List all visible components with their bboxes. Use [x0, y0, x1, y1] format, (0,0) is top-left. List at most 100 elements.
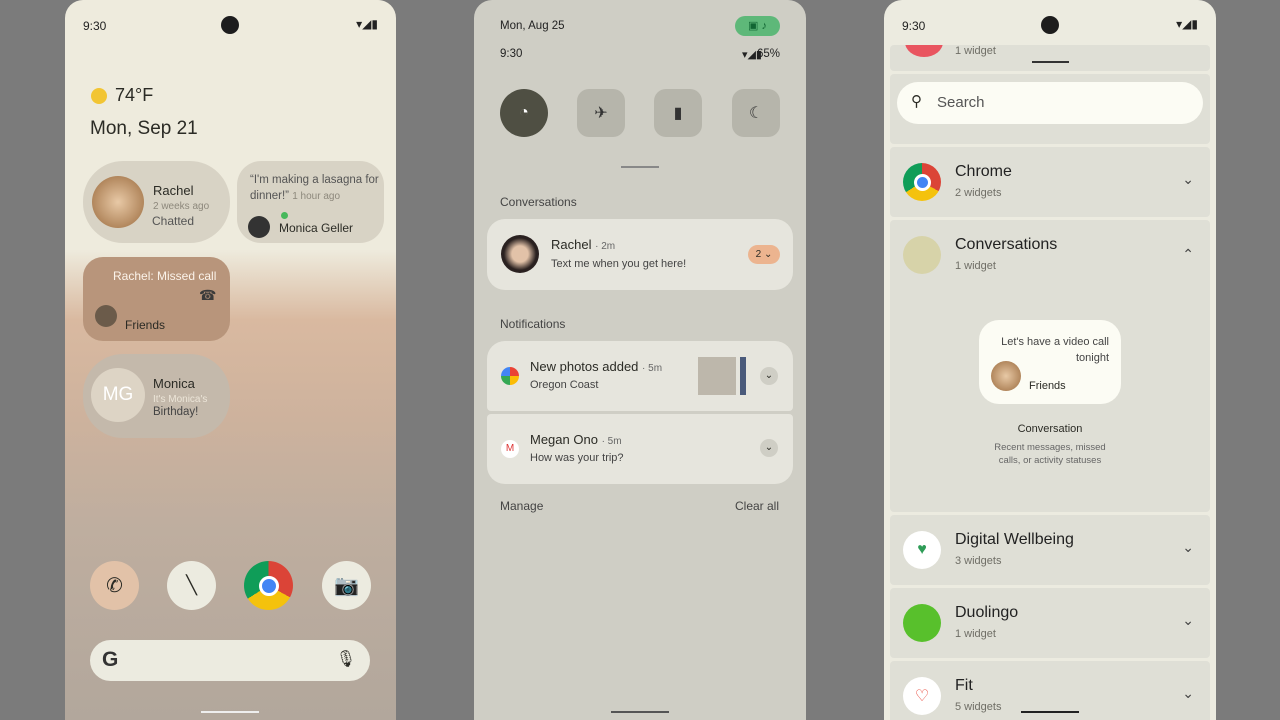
- line2: Birthday!: [153, 406, 199, 418]
- app-name: Conversations: [955, 236, 1058, 253]
- app-row-partial[interactable]: 1 widget: [890, 45, 1210, 71]
- clock-app[interactable]: ╲: [167, 561, 216, 610]
- app-icon: [905, 45, 943, 57]
- photo-thumbnail: [698, 357, 736, 395]
- app-row-conversations[interactable]: Conversations 1 widget ⌃ Let's have a vi…: [890, 220, 1210, 512]
- chevron-down-icon[interactable]: ⌄: [1182, 612, 1194, 629]
- expand-button[interactable]: ⌄: [760, 439, 778, 457]
- photos-icon: [501, 367, 519, 385]
- widget-monica-quote[interactable]: “I'm making a lasagna for dinner!” 1 hou…: [237, 161, 384, 243]
- section-notifications: Notifications: [500, 317, 566, 331]
- camera-cutout: [221, 16, 239, 34]
- widget-picker: 9:30 ▾◢▮ 1 widget ⚲ Search Chrome 2 widg…: [884, 0, 1216, 720]
- notification-photos[interactable]: New photos added · 5m Oregon Coast ⌄: [487, 341, 793, 411]
- drag-handle[interactable]: [621, 166, 659, 168]
- home-screen: 9:30 ▾◢▮ 74°F Mon, Sep 21 Rachel 2 weeks…: [65, 0, 396, 720]
- photo-thumbnail: [740, 357, 746, 395]
- moon-icon: ☾: [748, 105, 764, 122]
- wifi-tile[interactable]: ◔: [500, 89, 548, 137]
- online-dot: [281, 212, 288, 219]
- line1: It's Monica's: [153, 394, 208, 405]
- app-name: Digital Wellbeing: [955, 531, 1074, 548]
- clear-all-button[interactable]: Clear all: [735, 499, 779, 513]
- status-time: 9:30: [83, 19, 107, 33]
- group-avatar: [95, 305, 117, 327]
- notification-gmail[interactable]: M Megan Ono · 5m How was your trip? ⌄: [487, 414, 793, 484]
- chrome-app[interactable]: [244, 561, 293, 610]
- conversation-notification[interactable]: Rachel · 2m Text me when you get here! 2…: [487, 219, 793, 290]
- widget-preview[interactable]: Let's have a video call tonight Friends: [979, 320, 1121, 404]
- time: 9:30: [500, 48, 523, 60]
- avatar: [248, 216, 270, 238]
- airplane-icon: ✈: [594, 105, 608, 122]
- group: Friends: [125, 318, 166, 332]
- subtitle: Oregon Coast: [530, 379, 599, 391]
- digital-wellbeing-icon: ♥: [903, 531, 941, 569]
- app-row-chrome[interactable]: Chrome 2 widgets ⌄: [890, 147, 1210, 217]
- avatar-initials: MG: [91, 368, 145, 422]
- status-icons: ▾◢▮: [356, 17, 378, 31]
- gmail-icon: M: [501, 440, 519, 458]
- search-placeholder: Search: [937, 94, 985, 111]
- battery-icon: ▮: [673, 105, 683, 122]
- status-icons: ▾◢▮: [1176, 17, 1198, 31]
- battery-saver-tile[interactable]: ▮: [654, 89, 702, 137]
- widget-count: 3 widgets: [955, 555, 1002, 567]
- nav-handle[interactable]: [611, 711, 669, 713]
- count-badge[interactable]: 2: [756, 249, 762, 260]
- camera-app[interactable]: 📷: [322, 561, 371, 610]
- app-row-duolingo[interactable]: Duolingo 1 widget ⌄: [890, 588, 1210, 658]
- drag-handle[interactable]: [1032, 61, 1069, 63]
- name: Monica Geller: [279, 221, 354, 235]
- google-g-icon: G: [102, 648, 119, 671]
- expand-button[interactable]: ⌄: [760, 367, 778, 385]
- name: Monica: [153, 376, 195, 391]
- widget-monica[interactable]: MG Monica It's Monica's Birthday!: [83, 354, 230, 438]
- phone-icon: ✆: [106, 575, 123, 597]
- weather-temp: 74°F: [115, 85, 154, 105]
- app-name: Duolingo: [955, 604, 1019, 621]
- chevron-down-icon[interactable]: ⌄: [1182, 171, 1194, 188]
- name: Rachel: [153, 183, 194, 198]
- nav-handle[interactable]: [1021, 711, 1079, 713]
- dark-mode-tile[interactable]: ☾: [732, 89, 780, 137]
- mic-icon[interactable]: 🎙: [336, 649, 356, 669]
- chrome-icon: [903, 163, 941, 201]
- fit-icon: ♡: [903, 677, 941, 715]
- privacy-indicator[interactable]: ▣ ♪: [735, 16, 780, 36]
- subtitle: How was your trip?: [530, 452, 624, 464]
- avatar: [501, 235, 539, 273]
- duolingo-icon: [903, 604, 941, 642]
- notification-shade: Mon, Aug 25 ▣ ♪ 9:30 ▾◢▮ 65% ◔ ✈ ▮ ☾ Con…: [474, 0, 806, 720]
- camera-icon: 📷: [334, 575, 359, 597]
- time: 5m: [648, 363, 663, 374]
- widget-missed-call[interactable]: Rachel: Missed call ☎ Friends: [83, 257, 230, 341]
- sun-icon: [91, 88, 107, 104]
- time: 1 hour ago: [292, 191, 341, 202]
- google-search-bar[interactable]: G 🎙: [90, 640, 370, 681]
- time: 5m: [607, 436, 622, 447]
- chevron-down-icon[interactable]: ⌄: [1182, 685, 1194, 702]
- chevron-up-icon[interactable]: ⌃: [1182, 246, 1194, 263]
- sender: Rachel: [551, 237, 592, 252]
- widget-count: 5 widgets: [955, 701, 1002, 713]
- title: New photos added: [530, 359, 639, 374]
- status: Chatted: [152, 214, 195, 228]
- conversations-icon: [903, 236, 941, 274]
- search-input[interactable]: ⚲ Search: [897, 82, 1203, 124]
- date: Mon, Aug 25: [500, 20, 565, 32]
- phone-app[interactable]: ✆: [90, 561, 139, 610]
- nav-handle[interactable]: [201, 711, 259, 713]
- widget-count: 1 widget: [955, 628, 996, 640]
- airplane-tile[interactable]: ✈: [577, 89, 625, 137]
- chevron-down-icon[interactable]: ⌄: [1182, 539, 1194, 556]
- avatar: [991, 361, 1021, 391]
- search-icon: ⚲: [911, 93, 922, 110]
- chrome-icon: [258, 575, 279, 596]
- manage-button[interactable]: Manage: [500, 499, 543, 513]
- avatar: [92, 176, 144, 228]
- widget-rachel[interactable]: Rachel 2 weeks ago Chatted: [83, 161, 230, 243]
- app-row-digital-wellbeing[interactable]: ♥ Digital Wellbeing 3 widgets ⌄: [890, 515, 1210, 585]
- time: 2 weeks ago: [153, 201, 210, 212]
- date: Mon, Sep 21: [90, 118, 198, 139]
